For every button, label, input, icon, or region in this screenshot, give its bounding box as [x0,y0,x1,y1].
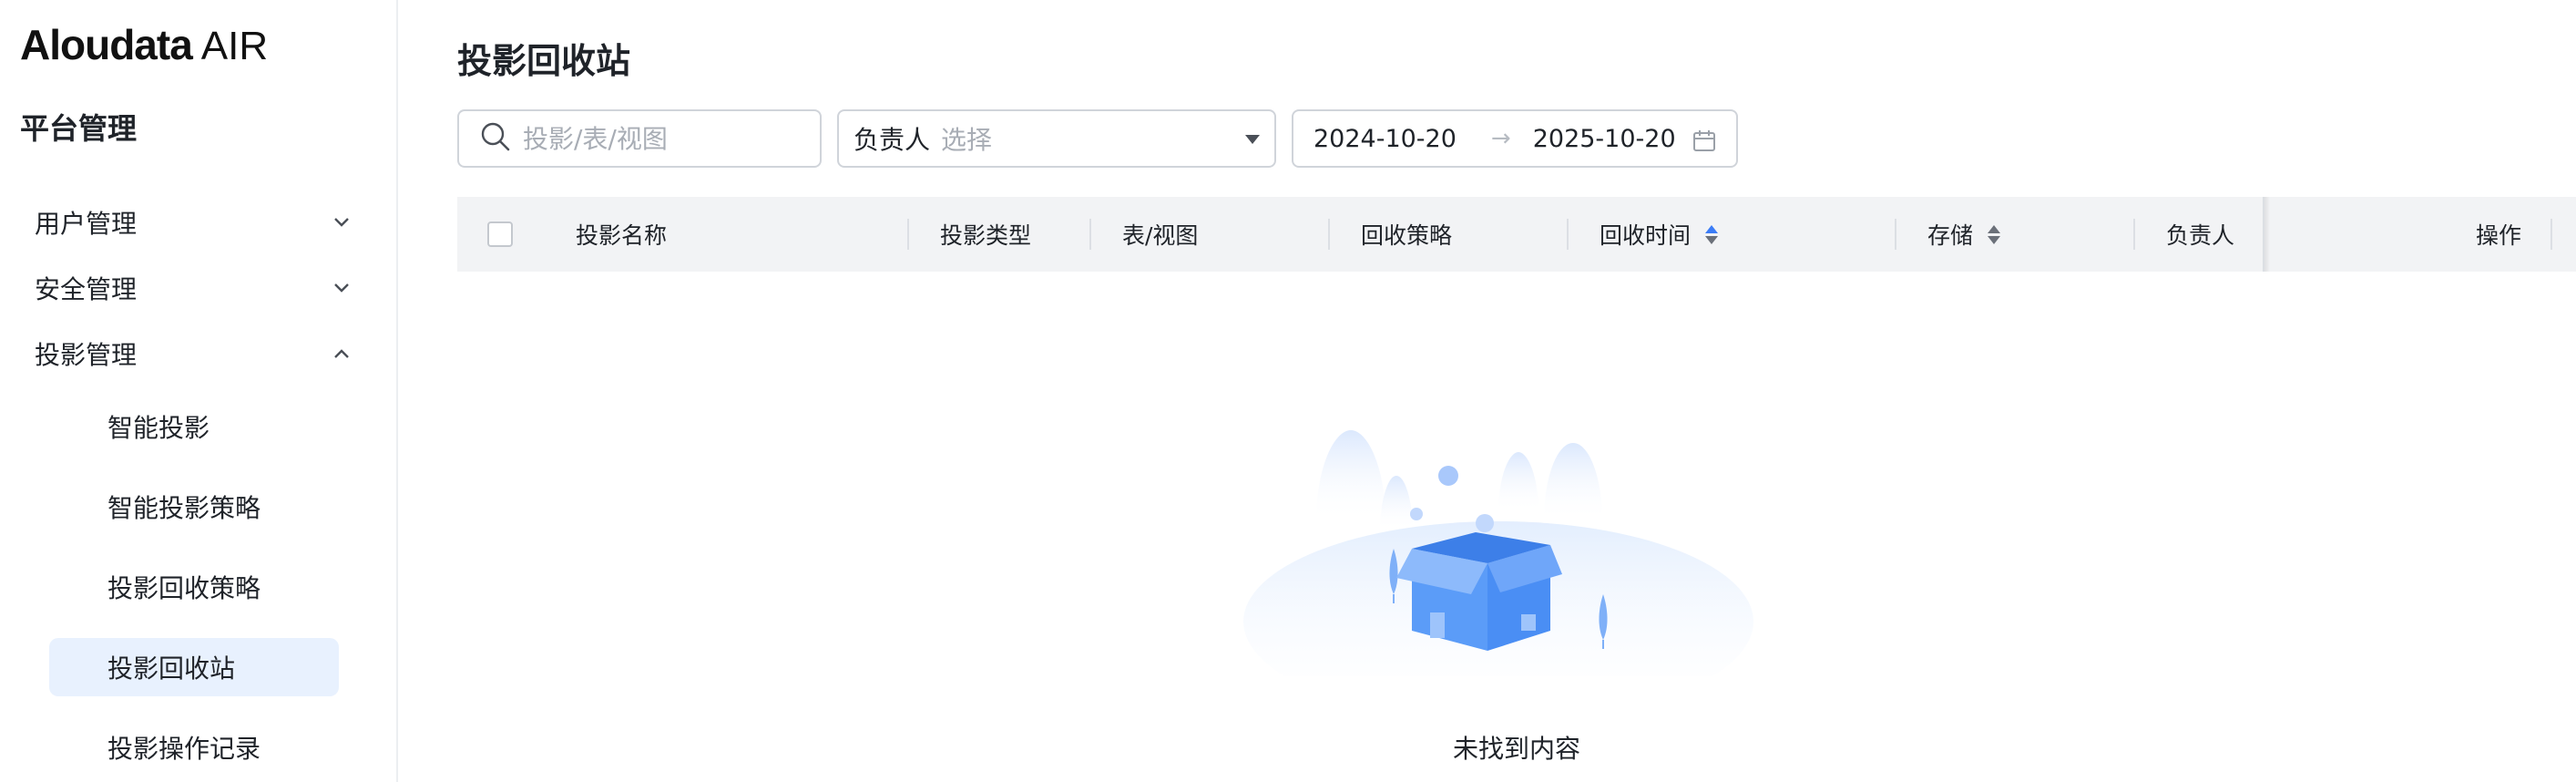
arrow-right-icon: → [1490,125,1511,152]
column-label: 回收策略 [1361,222,1453,249]
column-header-recycle-policy: 回收策略 [1330,197,1569,272]
sidebar-group-user-management[interactable]: 用户管理 [35,201,353,243]
search-box[interactable] [457,109,822,168]
column-header-recycle-time[interactable]: 回收时间 [1569,197,1896,272]
sidebar: Aloudata AIR 平台管理 用户管理 安全管理 投影管理 智能投影 智能… [0,0,398,782]
column-label: 投影类型 [940,222,1032,249]
sidebar-group-security-management[interactable]: 安全管理 [35,267,353,309]
owner-select[interactable]: 负责人 选择 [837,109,1276,168]
calendar-icon [1692,129,1716,159]
column-label: 回收时间 [1600,222,1692,249]
sidebar-group-label: 投影管理 [35,340,138,370]
sidebar-title: 平台管理 [20,111,138,146]
table-header: 投影名称 投影类型 表/视图 回收策略 回收时间 存储 负责人 操作 [457,197,2576,272]
column-header-owner: 负责人 [2135,197,2263,272]
sidebar-group-label: 安全管理 [35,274,138,304]
search-input[interactable] [523,123,814,154]
brand-logo[interactable]: Aloudata AIR [20,20,269,68]
column-label: 负责人 [2166,222,2235,249]
search-icon [479,120,512,157]
date-range-picker[interactable]: 2024-10-20 → 2025-10-20 [1292,109,1738,168]
empty-box-illustration [1243,430,1753,676]
owner-select-prefix: 负责人 [854,125,931,155]
column-header-actions: 操作 [2270,197,2552,272]
column-label: 投影名称 [576,222,668,249]
page-title: 投影回收站 [457,41,631,81]
column-header-table-view: 表/视图 [1091,197,1330,272]
sidebar-item-smart-projection-policy[interactable]: 智能投影策略 [49,478,339,536]
sidebar-item-projection-operation-log[interactable]: 投影操作记录 [49,718,339,777]
sidebar-item-smart-projection[interactable]: 智能投影 [49,397,339,456]
column-header-projection-type: 投影类型 [909,197,1091,272]
column-label: 操作 [2475,222,2521,249]
app-window: Aloudata AIR 平台管理 用户管理 安全管理 投影管理 智能投影 智能… [0,0,2576,782]
brand-suffix: AIR [200,24,269,68]
sidebar-group-projection-management[interactable]: 投影管理 [35,333,353,375]
column-label: 表/视图 [1122,222,1199,249]
sidebar-item-projection-recycle-policy[interactable]: 投影回收策略 [49,558,339,616]
brand-name: Aloudata [20,21,193,68]
main-content: 投影回收站 负责人 选择 2024-10-20 → 2025-10-20 [399,0,2576,782]
chevron-down-icon [330,276,353,300]
sort-icon[interactable] [1988,224,2001,244]
sidebar-group-label: 用户管理 [35,209,138,239]
chevron-down-icon [330,211,353,234]
column-label: 存储 [1927,222,1974,249]
chevron-up-icon [330,342,353,365]
column-divider [2550,219,2552,250]
select-all-checkbox[interactable] [487,221,513,247]
date-start[interactable]: 2024-10-20 [1314,125,1457,153]
date-end[interactable]: 2025-10-20 [1533,125,1676,153]
column-header-projection-name: 投影名称 [576,197,909,272]
caret-down-icon [1245,135,1260,144]
select-all-cell [457,197,576,272]
sort-icon[interactable] [1705,224,1719,244]
fixed-column-shadow [2263,197,2270,272]
empty-state-text: 未找到内容 [1452,734,1580,764]
owner-select-placeholder: 选择 [941,125,993,155]
column-header-storage[interactable]: 存储 [1896,197,2135,272]
sidebar-item-projection-recycle-bin[interactable]: 投影回收站 [49,638,339,696]
